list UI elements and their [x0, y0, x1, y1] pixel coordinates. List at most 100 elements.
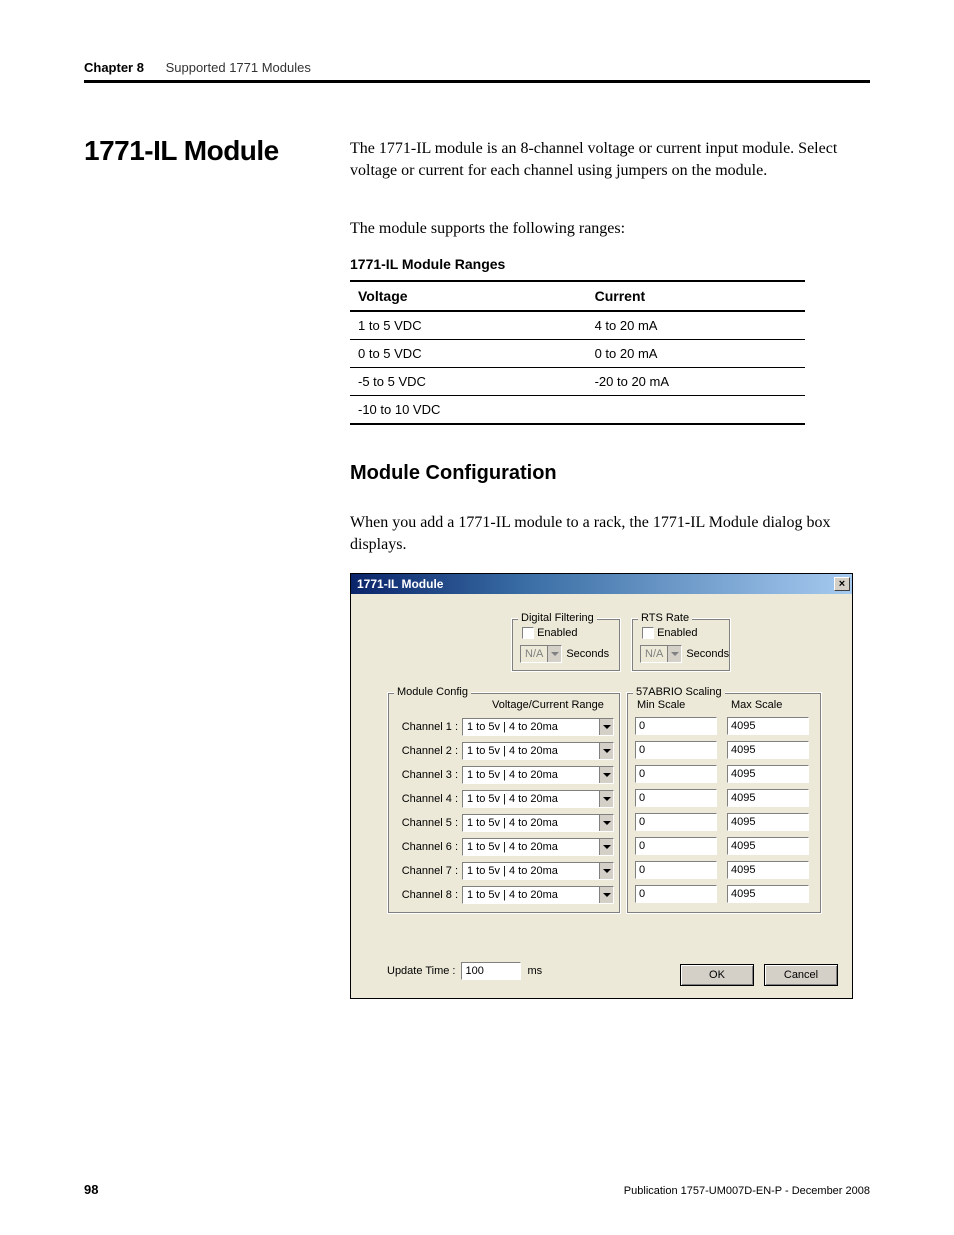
min-scale-input[interactable]: 0	[635, 765, 717, 783]
chapter-number: Chapter 8	[84, 60, 144, 75]
channel-range-value: 1 to 5v | 4 to 20ma	[463, 769, 599, 781]
rts-rate-enabled-row: Enabled	[642, 627, 697, 639]
table-row: 1 to 5 VDC 4 to 20 mA	[350, 311, 805, 340]
channel-row: Channel 4 : 1 to 5v | 4 to 20ma	[396, 789, 614, 809]
scaling-min-header: Min Scale	[637, 699, 685, 711]
digital-filtering-seconds-combo[interactable]: N/A	[520, 645, 562, 663]
channel-range-value: 1 to 5v | 4 to 20ma	[463, 841, 599, 853]
ranges-table-caption: 1771-IL Module Ranges	[350, 256, 505, 272]
channel-range-value: 1 to 5v | 4 to 20ma	[463, 889, 599, 901]
chevron-down-icon	[599, 863, 613, 879]
dialog-titlebar: 1771-IL Module ×	[351, 574, 852, 594]
digital-filtering-enabled-checkbox[interactable]	[522, 627, 534, 639]
publication-info: Publication 1757-UM007D-EN-P - December …	[624, 1185, 870, 1197]
table-row: 0 to 5 VDC 0 to 20 mA	[350, 340, 805, 368]
channel-label: Channel 7 :	[396, 865, 458, 877]
digital-filtering-legend: Digital Filtering	[518, 612, 597, 624]
max-scale-input[interactable]: 4095	[727, 885, 809, 903]
channel-range-combo[interactable]: 1 to 5v | 4 to 20ma	[462, 814, 614, 832]
update-time-label: Update Time :	[387, 965, 455, 977]
channel-label: Channel 2 :	[396, 745, 458, 757]
max-scale-input[interactable]: 4095	[727, 765, 809, 783]
max-scale-input[interactable]: 4095	[727, 837, 809, 855]
table-row: -5 to 5 VDC -20 to 20 mA	[350, 368, 805, 396]
scaling-row: 0 4095	[635, 837, 809, 855]
chevron-down-icon	[599, 743, 613, 759]
channel-row: Channel 8 : 1 to 5v | 4 to 20ma	[396, 885, 614, 905]
channel-range-combo[interactable]: 1 to 5v | 4 to 20ma	[462, 766, 614, 784]
channel-label: Channel 4 :	[396, 793, 458, 805]
min-scale-input[interactable]: 0	[635, 885, 717, 903]
update-time-input[interactable]: 100	[461, 962, 521, 980]
scaling-max-header: Max Scale	[731, 699, 782, 711]
max-scale-input[interactable]: 4095	[727, 861, 809, 879]
channel-range-combo[interactable]: 1 to 5v | 4 to 20ma	[462, 718, 614, 736]
chevron-down-icon	[599, 767, 613, 783]
header-rule	[84, 80, 870, 83]
channel-range-combo[interactable]: 1 to 5v | 4 to 20ma	[462, 838, 614, 856]
ranges-header-voltage: Voltage	[350, 281, 587, 311]
range-current-cell	[587, 396, 805, 425]
range-voltage-cell: -10 to 10 VDC	[350, 396, 587, 425]
page-number: 98	[84, 1182, 98, 1197]
range-voltage-cell: 0 to 5 VDC	[350, 340, 587, 368]
scaling-row: 0 4095	[635, 765, 809, 783]
min-scale-input[interactable]: 0	[635, 861, 717, 879]
digital-filtering-seconds-value: N/A	[521, 648, 547, 660]
rts-rate-seconds-combo[interactable]: N/A	[640, 645, 682, 663]
ranges-header-current: Current	[587, 281, 805, 311]
channel-range-combo[interactable]: 1 to 5v | 4 to 20ma	[462, 742, 614, 760]
module-ranges-intro-paragraph: The module supports the following ranges…	[350, 218, 870, 240]
ok-button[interactable]: OK	[680, 964, 754, 986]
channel-range-combo[interactable]: 1 to 5v | 4 to 20ma	[462, 886, 614, 904]
digital-filtering-enabled-row: Enabled	[522, 627, 577, 639]
min-scale-input[interactable]: 0	[635, 789, 717, 807]
min-scale-input[interactable]: 0	[635, 813, 717, 831]
scaling-group: 57ABRIO Scaling Min Scale Max Scale 0 40…	[626, 692, 822, 914]
module-config-legend: Module Config	[394, 686, 471, 698]
ranges-table: Voltage Current 1 to 5 VDC 4 to 20 mA 0 …	[350, 280, 805, 425]
max-scale-input[interactable]: 4095	[727, 717, 809, 735]
digital-filtering-enabled-label: Enabled	[537, 627, 577, 639]
channel-label: Channel 1 :	[396, 721, 458, 733]
rts-rate-enabled-label: Enabled	[657, 627, 697, 639]
scaling-row: 0 4095	[635, 741, 809, 759]
rts-rate-seconds-unit: Seconds	[686, 648, 729, 660]
min-scale-input[interactable]: 0	[635, 837, 717, 855]
chevron-down-icon	[599, 719, 613, 735]
range-voltage-cell: -5 to 5 VDC	[350, 368, 587, 396]
dialog-button-row: OK Cancel	[680, 964, 838, 986]
channel-range-combo[interactable]: 1 to 5v | 4 to 20ma	[462, 790, 614, 808]
channel-range-combo[interactable]: 1 to 5v | 4 to 20ma	[462, 862, 614, 880]
module-config-column-header: Voltage/Current Range	[492, 699, 604, 711]
min-scale-input[interactable]: 0	[635, 717, 717, 735]
scaling-row: 0 4095	[635, 813, 809, 831]
close-icon[interactable]: ×	[834, 577, 850, 591]
cancel-button[interactable]: Cancel	[764, 964, 838, 986]
max-scale-input[interactable]: 4095	[727, 813, 809, 831]
scaling-row: 0 4095	[635, 789, 809, 807]
chevron-down-icon	[667, 646, 681, 662]
channel-label: Channel 5 :	[396, 817, 458, 829]
max-scale-input[interactable]: 4095	[727, 789, 809, 807]
rts-rate-enabled-checkbox[interactable]	[642, 627, 654, 639]
channel-row: Channel 5 : 1 to 5v | 4 to 20ma	[396, 813, 614, 833]
module-config-paragraph: When you add a 1771-IL module to a rack,…	[350, 512, 870, 557]
scaling-row: 0 4095	[635, 885, 809, 903]
min-scale-input[interactable]: 0	[635, 741, 717, 759]
max-scale-input[interactable]: 4095	[727, 741, 809, 759]
module-dialog: 1771-IL Module × Digital Filtering Enabl…	[350, 573, 853, 999]
page-header: Chapter 8 Supported 1771 Modules	[84, 60, 870, 75]
channel-label: Channel 8 :	[396, 889, 458, 901]
chapter-title: Supported 1771 Modules	[166, 60, 311, 75]
scaling-row: 0 4095	[635, 861, 809, 879]
module-description-paragraph: The 1771-IL module is an 8-channel volta…	[350, 138, 870, 183]
channel-label: Channel 6 :	[396, 841, 458, 853]
rts-rate-seconds-value: N/A	[641, 648, 667, 660]
chevron-down-icon	[547, 646, 561, 662]
channel-row: Channel 2 : 1 to 5v | 4 to 20ma	[396, 741, 614, 761]
scaling-legend: 57ABRIO Scaling	[633, 686, 725, 698]
dialog-title: 1771-IL Module	[357, 577, 443, 591]
chevron-down-icon	[599, 839, 613, 855]
digital-filtering-group: Digital Filtering Enabled N/A Seconds	[511, 618, 621, 672]
